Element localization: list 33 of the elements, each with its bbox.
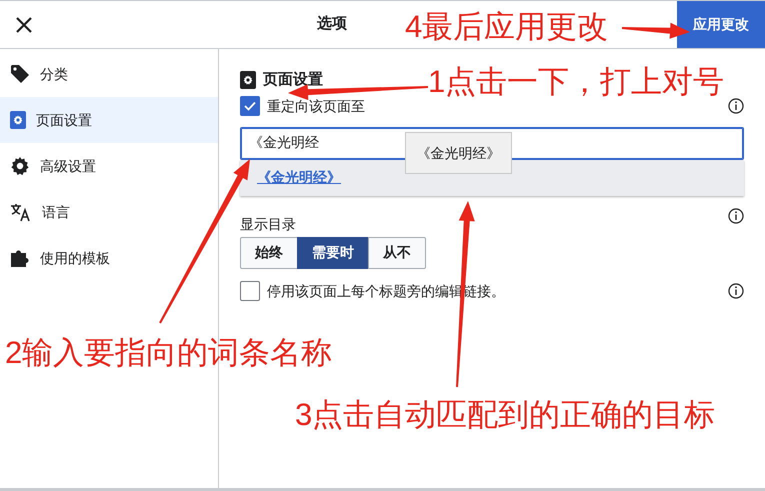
settings-icon [10, 110, 26, 130]
settings-icon [10, 156, 30, 176]
sidebar-item[interactable]: 使用的模板 [0, 235, 218, 281]
field-label: 显示目录 [240, 214, 296, 234]
info-icon [728, 283, 744, 299]
tag-icon [10, 64, 30, 84]
annotation-text: 3点击自动匹配到的正确的目标 [295, 399, 716, 430]
section-heading: 页面设置 [263, 70, 323, 90]
annotation-text: 2输入要指向的词条名称 [5, 337, 332, 368]
close-icon [15, 16, 33, 34]
settings-icon [240, 70, 256, 90]
annotation-text: 1点击一下，打上对号 [428, 66, 724, 97]
checkbox-label: 重定向该页面至 [267, 96, 365, 116]
tooltip: 《金光明经》 [405, 132, 512, 174]
check-icon [243, 99, 257, 113]
translate-icon [10, 202, 32, 222]
checkbox[interactable] [240, 281, 260, 301]
annotation-text: 4最后应用更改 [405, 11, 608, 42]
suggestion-link[interactable]: 《金光明经》 [257, 167, 341, 188]
checkbox[interactable] [240, 96, 260, 116]
annotation-arrow [622, 22, 690, 39]
sidebar-item[interactable]: 语言 [0, 189, 218, 235]
sidebar-item[interactable]: 页面设置 [0, 97, 218, 143]
sidebar-item[interactable]: 高级设置 [0, 143, 218, 189]
toggle-option[interactable]: 始终 [240, 236, 298, 268]
puzzle-icon [10, 248, 30, 268]
toggle-option[interactable]: 需要时 [297, 236, 369, 268]
info-icon [728, 98, 744, 114]
sidebar-item[interactable]: 分类 [0, 51, 218, 97]
apply-changes-button[interactable]: 应用更改 [677, 1, 765, 48]
dialog-title: 选项 [317, 14, 347, 34]
info-icon [728, 208, 744, 224]
toggle-option[interactable]: 从不 [368, 236, 426, 268]
